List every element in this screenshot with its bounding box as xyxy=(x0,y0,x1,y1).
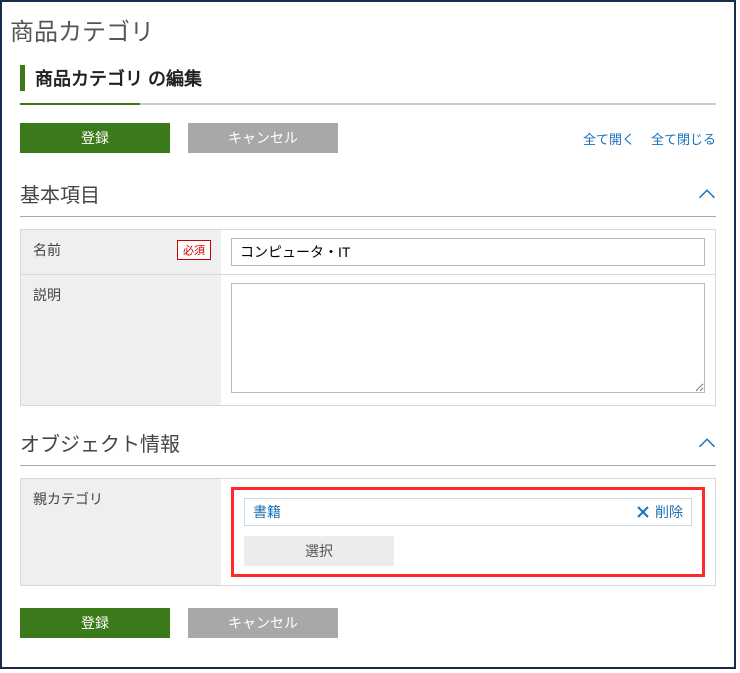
name-input[interactable] xyxy=(231,238,705,266)
field-parent-label-cell: 親カテゴリ xyxy=(21,479,221,585)
chevron-up-icon[interactable] xyxy=(698,437,716,449)
actions-bottom: 登録 キャンセル xyxy=(20,608,716,638)
section-object-header: オブジェクト情報 xyxy=(20,428,716,466)
open-all-link[interactable]: 全て開く xyxy=(583,129,635,148)
section-basic: 基本項目 名前 必須 説明 xyxy=(20,179,716,406)
remove-link[interactable]: 削除 xyxy=(655,502,683,522)
divider xyxy=(20,103,716,105)
field-name-body xyxy=(221,230,715,274)
cancel-button[interactable]: キャンセル xyxy=(188,123,338,153)
field-description-label-cell: 説明 xyxy=(21,275,221,405)
parent-highlight: 書籍 削除 選択 xyxy=(231,487,705,577)
field-parent-row: 親カテゴリ 書籍 削除 選択 xyxy=(20,478,716,586)
field-description-label: 説明 xyxy=(33,285,61,305)
parent-chip: 書籍 削除 xyxy=(244,498,692,526)
subtitle-bar: 商品カテゴリ の編集 xyxy=(20,65,716,91)
cancel-button-bottom[interactable]: キャンセル xyxy=(188,608,338,638)
select-button[interactable]: 選択 xyxy=(244,536,394,566)
section-object: オブジェクト情報 親カテゴリ 書籍 削除 選択 xyxy=(20,428,716,586)
register-button-bottom[interactable]: 登録 xyxy=(20,608,170,638)
field-parent-body: 書籍 削除 選択 xyxy=(221,479,715,585)
section-basic-title: 基本項目 xyxy=(20,179,698,208)
parent-chip-label[interactable]: 書籍 xyxy=(253,502,637,522)
actions-top: 登録 キャンセル 全て開く 全て閉じる xyxy=(20,123,716,153)
field-parent-label: 親カテゴリ xyxy=(33,489,103,509)
close-all-link[interactable]: 全て閉じる xyxy=(651,129,716,148)
section-object-title: オブジェクト情報 xyxy=(20,428,698,457)
field-name-label: 名前 xyxy=(33,240,61,260)
field-name-label-cell: 名前 必須 xyxy=(21,230,221,274)
register-button[interactable]: 登録 xyxy=(20,123,170,153)
close-icon[interactable] xyxy=(637,506,649,518)
description-textarea[interactable] xyxy=(231,283,705,393)
page-subtitle: 商品カテゴリ の編集 xyxy=(35,65,716,91)
chevron-up-icon[interactable] xyxy=(698,188,716,200)
page-title: 商品カテゴリ xyxy=(10,12,716,47)
section-basic-header: 基本項目 xyxy=(20,179,716,217)
field-description-row: 説明 xyxy=(20,275,716,406)
field-description-body xyxy=(221,275,715,405)
field-name-row: 名前 必須 xyxy=(20,229,716,275)
required-badge: 必須 xyxy=(177,240,211,260)
